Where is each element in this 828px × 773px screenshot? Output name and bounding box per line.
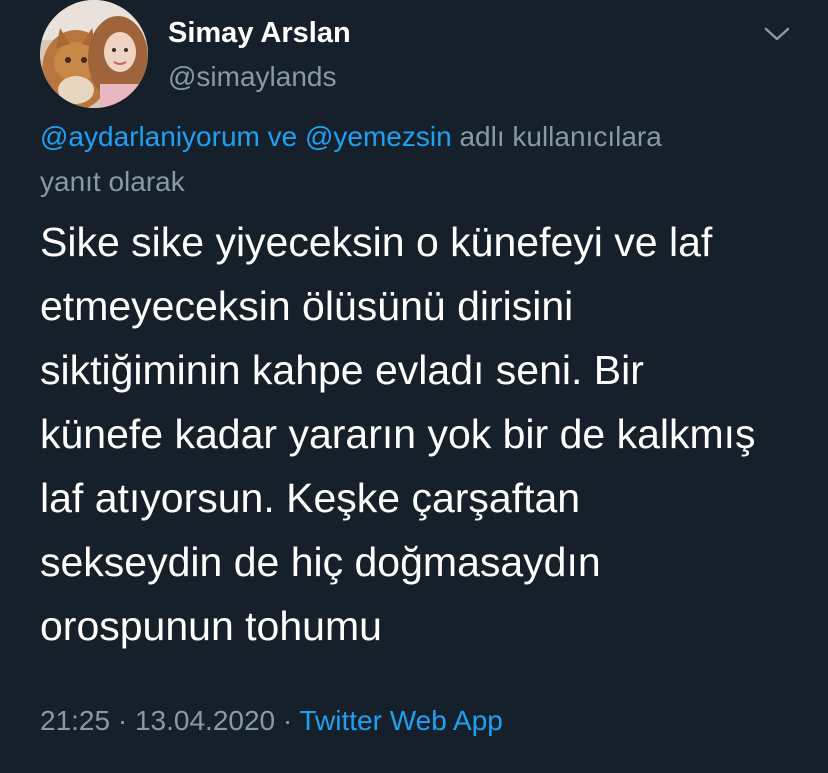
chevron-down-icon[interactable] <box>762 22 792 46</box>
tweet-date[interactable]: 13.04.2020 <box>135 705 275 736</box>
tweet-text: Sike sike yiyeceksin o künefeyi ve laf e… <box>40 210 810 658</box>
avatar-image <box>40 0 148 108</box>
reply-context-text: yanıt olarak <box>40 166 185 197</box>
tweet-text-line: orospunun tohumu <box>40 603 382 649</box>
tweet-text-line: laf atıyorsun. Keşke çarşaftan <box>40 475 581 521</box>
avatar[interactable] <box>40 0 148 108</box>
reply-context-text: adlı kullanıcılara <box>459 121 662 152</box>
tweet-text-line: künefe kadar yararın yok bir de kalkmış <box>40 411 756 457</box>
tweet-text-line: siktiğiminin kahpe evladı seni. Bir <box>40 347 644 393</box>
tweet-text-line: etmeyeceksin ölüsünü dirisini <box>40 283 574 329</box>
meta-separator: · <box>117 705 128 736</box>
reply-connector: ve <box>267 121 298 152</box>
tweet-text-line: Sike sike yiyeceksin o künefeyi ve laf <box>40 219 713 265</box>
tweet-source-link[interactable]: Twitter Web App <box>300 705 503 736</box>
author-handle[interactable]: @simaylands <box>168 61 336 93</box>
mention-link[interactable]: @aydarlaniyorum <box>40 121 260 152</box>
tweet-card: Simay Arslan @simaylands @aydarlaniyorum… <box>0 0 828 773</box>
tweet-text-line: sekseydin de hiç doğmasaydın <box>40 539 601 585</box>
meta-separator: · <box>282 705 293 736</box>
tweet-meta: 21:25 · 13.04.2020 · Twitter Web App <box>40 705 503 737</box>
tweet-time[interactable]: 21:25 <box>40 705 110 736</box>
mention-link[interactable]: @yemezsin <box>305 121 452 152</box>
reply-context: @aydarlaniyorum ve @yemezsin adlı kullan… <box>40 114 780 204</box>
author-display-name[interactable]: Simay Arslan <box>168 17 351 50</box>
